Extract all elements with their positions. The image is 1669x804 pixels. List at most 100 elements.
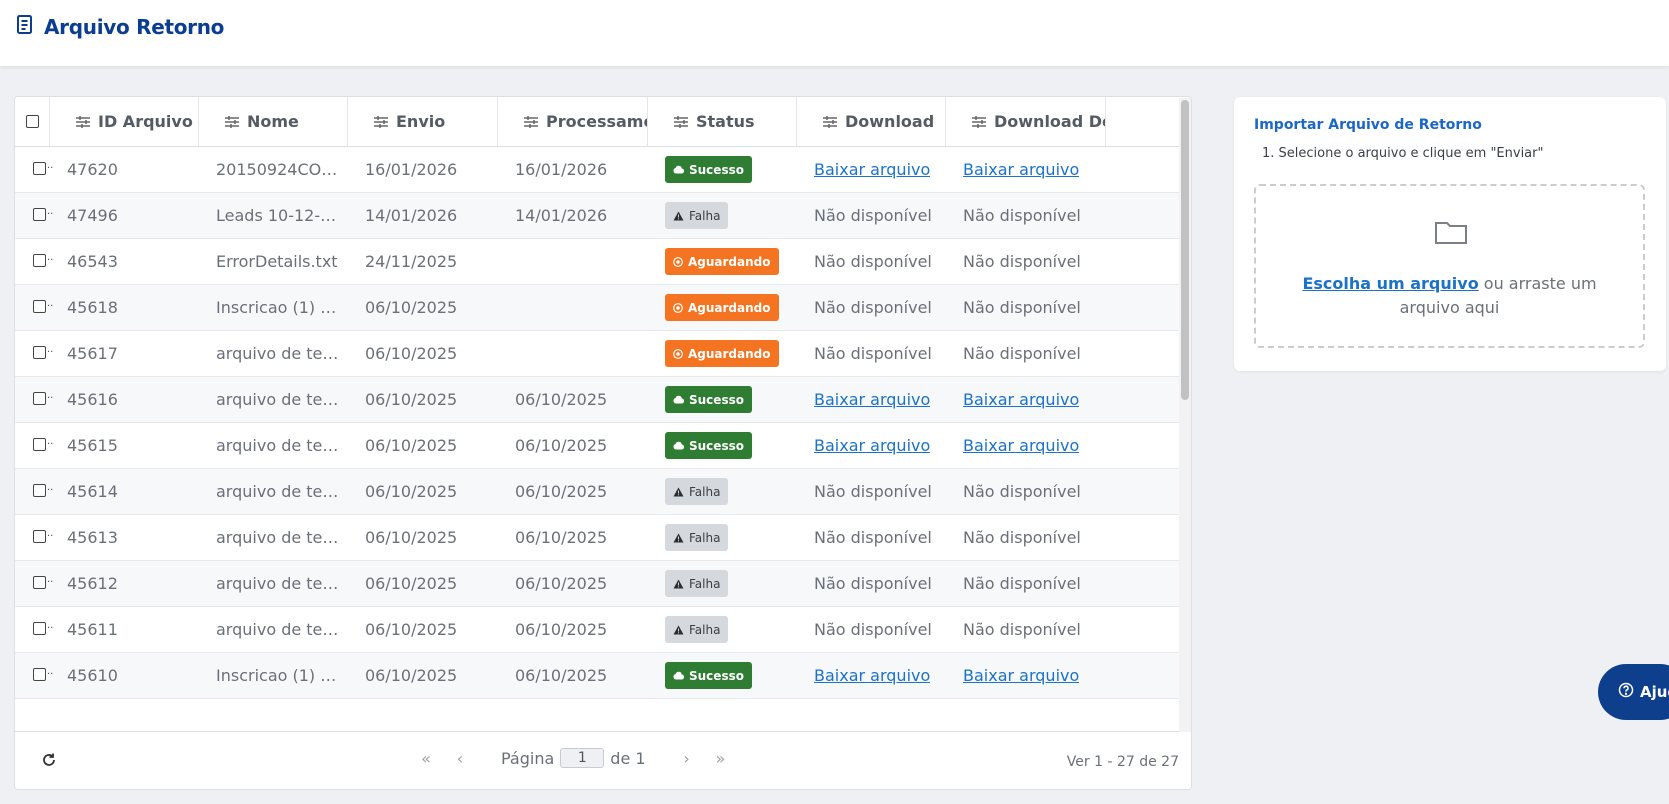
row-checkbox[interactable]: [33, 576, 46, 589]
column-filter-icon[interactable]: [76, 115, 90, 128]
cell-processamento: [515, 285, 639, 330]
table-row[interactable]: ·· 45617 arquivo de teste.csv 06/10/2025 Agu…: [15, 331, 1179, 377]
scrollbar-thumb[interactable]: [1181, 100, 1189, 400]
row-checkbox[interactable]: [33, 622, 46, 635]
row-select[interactable]: ··: [33, 484, 53, 497]
table-row[interactable]: ·· 47496 Leads 10-12-2025.csv 14/01/2026 14/…: [15, 193, 1179, 239]
column-header-download-det[interactable]: Download Detalhes: [946, 97, 1106, 146]
table-row[interactable]: ·· 45614 arquivo de teste.csv 06/10/2025 06/…: [15, 469, 1179, 515]
column-filter-icon[interactable]: [374, 115, 388, 128]
download-value: Não disponível: [814, 344, 932, 363]
download-details-link[interactable]: Baixar arquivo: [963, 390, 1079, 409]
row-menu-icon[interactable]: ··: [47, 163, 53, 174]
cell-processamento: 06/10/2025: [515, 607, 639, 652]
row-checkbox[interactable]: [33, 208, 46, 221]
column-header-status[interactable]: Status: [648, 97, 797, 146]
row-menu-icon[interactable]: ··: [47, 301, 53, 312]
download-link[interactable]: Baixar arquivo: [814, 666, 930, 685]
cloud-icon: [673, 165, 684, 174]
grid-vertical-scrollbar[interactable]: [1179, 98, 1191, 732]
row-checkbox[interactable]: [33, 668, 46, 681]
column-filter-icon[interactable]: [225, 115, 239, 128]
column-header-envio[interactable]: Envio: [348, 97, 498, 146]
row-select[interactable]: ··: [33, 254, 53, 267]
row-select[interactable]: ··: [33, 162, 53, 175]
select-all-checkbox[interactable]: [25, 115, 39, 128]
column-filter-icon[interactable]: [524, 115, 538, 128]
warning-icon: [673, 533, 684, 543]
row-select[interactable]: ··: [33, 438, 53, 451]
status-label: Aguardando: [688, 346, 771, 361]
next-page-icon[interactable]: ›: [670, 749, 704, 768]
column-filter-icon[interactable]: [674, 115, 688, 128]
cell-status: Aguardando: [665, 331, 788, 376]
download-det-value: Não disponível: [963, 298, 1081, 317]
row-select[interactable]: ··: [33, 622, 53, 635]
cell-download: Baixar arquivo: [814, 147, 937, 192]
column-header-id[interactable]: ID Arquivo: [50, 97, 199, 146]
row-select[interactable]: ··: [33, 300, 53, 313]
row-checkbox[interactable]: [33, 346, 46, 359]
row-checkbox[interactable]: [33, 438, 46, 451]
table-row[interactable]: ·· 45618 Inscricao (1) (1) (1).csv 06/10/20…: [15, 285, 1179, 331]
column-filter-icon[interactable]: [823, 115, 837, 128]
download-link[interactable]: Baixar arquivo: [814, 160, 930, 179]
row-menu-icon[interactable]: ··: [47, 485, 53, 496]
column-header-processamento[interactable]: Processamento: [498, 97, 648, 146]
pending-icon: [673, 302, 683, 313]
row-checkbox[interactable]: [33, 392, 46, 405]
row-select[interactable]: ··: [33, 392, 53, 405]
row-checkbox[interactable]: [33, 530, 46, 543]
row-menu-icon[interactable]: ··: [47, 531, 53, 542]
row-select[interactable]: ··: [33, 576, 53, 589]
processamento-value: 06/10/2025: [515, 574, 608, 593]
row-select[interactable]: ··: [33, 346, 53, 359]
row-checkbox[interactable]: [33, 162, 46, 175]
table-row[interactable]: ·· 46543 ErrorDetails.txt 24/11/2025 Aguarda…: [15, 239, 1179, 285]
envio-value: 06/10/2025: [365, 528, 458, 547]
first-page-icon[interactable]: «: [409, 749, 443, 768]
row-menu-icon[interactable]: ··: [47, 393, 53, 404]
table-row[interactable]: ·· 45611 arquivo de teste.csv 06/10/2025 06/…: [15, 607, 1179, 653]
row-checkbox[interactable]: [33, 300, 46, 313]
grid-body[interactable]: ·· 47620 20150924COBRANCA.ret 16/01/2026 16/…: [15, 147, 1179, 731]
import-instruction: 1. Selecione o arquivo e clique em "Envi…: [1262, 146, 1544, 161]
refresh-icon[interactable]: [41, 752, 57, 772]
row-menu-icon[interactable]: ··: [47, 439, 53, 450]
cell-envio: 06/10/2025: [365, 331, 489, 376]
download-link[interactable]: Baixar arquivo: [814, 390, 930, 409]
download-details-link[interactable]: Baixar arquivo: [963, 666, 1079, 685]
column-filter-icon[interactable]: [972, 115, 986, 128]
row-menu-icon[interactable]: ··: [47, 209, 53, 220]
row-menu-icon[interactable]: ··: [47, 577, 53, 588]
row-checkbox[interactable]: [33, 254, 46, 267]
row-checkbox[interactable]: [33, 484, 46, 497]
table-row[interactable]: ·· 45615 arquivo de teste.csv 06/10/2025 06/…: [15, 423, 1179, 469]
warning-icon: [673, 579, 684, 589]
row-menu-icon[interactable]: ··: [47, 669, 53, 680]
status-label: Sucesso: [689, 392, 744, 407]
table-row[interactable]: ·· 45610 Inscricao (1) (1) (1).csv 06/10/20…: [15, 653, 1179, 699]
row-menu-icon[interactable]: ··: [47, 347, 53, 358]
table-row[interactable]: ·· 45613 arquivo de teste.csv 06/10/2025 06/…: [15, 515, 1179, 561]
column-header-download[interactable]: Download: [797, 97, 946, 146]
column-header-nome[interactable]: Nome: [199, 97, 348, 146]
row-select[interactable]: ··: [33, 668, 53, 681]
row-menu-icon[interactable]: ··: [47, 255, 53, 266]
row-select[interactable]: ··: [33, 530, 53, 543]
table-row[interactable]: ·· 45612 arquivo de teste.csv 06/10/2025 06/…: [15, 561, 1179, 607]
download-details-link[interactable]: Baixar arquivo: [963, 436, 1079, 455]
download-details-link[interactable]: Baixar arquivo: [963, 160, 1079, 179]
previous-page-icon[interactable]: ‹: [443, 749, 477, 768]
row-menu-icon[interactable]: ··: [47, 623, 53, 634]
table-row[interactable]: ·· 47620 20150924COBRANCA.ret 16/01/2026 16/…: [15, 147, 1179, 193]
page-number-input[interactable]: [560, 748, 605, 768]
file-dropzone[interactable]: Escolha um arquivo ou arraste um arquivo…: [1254, 184, 1645, 348]
row-select[interactable]: ··: [33, 208, 53, 221]
table-row[interactable]: ·· 45616 arquivo de teste.csv 06/10/2025 06/…: [15, 377, 1179, 423]
download-link[interactable]: Baixar arquivo: [814, 436, 930, 455]
choose-file-link[interactable]: Escolha um arquivo: [1302, 274, 1478, 293]
last-page-icon[interactable]: »: [704, 749, 738, 768]
help-button[interactable]: Ajuda: [1598, 664, 1669, 720]
cloud-icon: [673, 671, 684, 680]
